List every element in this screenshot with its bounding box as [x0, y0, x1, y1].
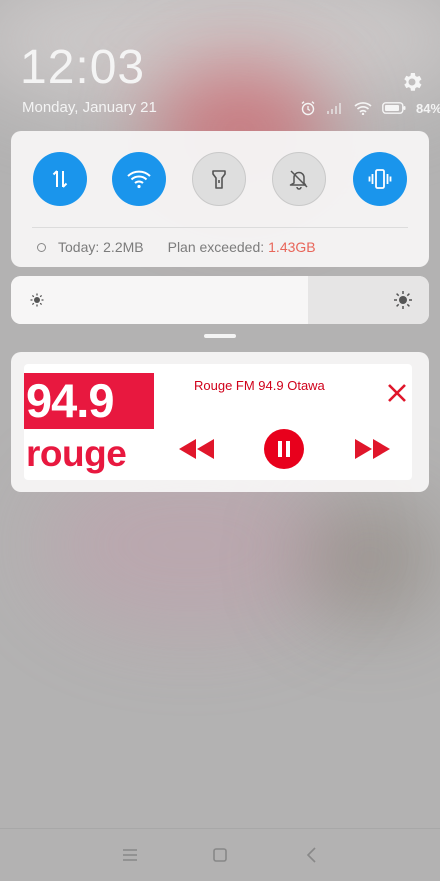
logo-frequency: 94.9: [24, 373, 154, 429]
date[interactable]: Monday, January 21: [22, 99, 157, 116]
drag-handle[interactable]: [204, 334, 236, 338]
fast-forward-icon[interactable]: [352, 437, 392, 461]
plan-exceeded-value: 1.43GB: [268, 239, 316, 255]
plan-exceeded-label: Plan exceeded:: [167, 239, 265, 255]
brightness-slider[interactable]: [11, 276, 429, 324]
mobile-data-toggle[interactable]: [33, 152, 87, 206]
battery-percentage: 84%: [416, 100, 440, 116]
battery-icon: [382, 102, 406, 114]
gear-icon[interactable]: [400, 70, 424, 94]
vibrate-toggle[interactable]: [353, 152, 407, 206]
back-icon[interactable]: [302, 845, 322, 865]
flashlight-toggle[interactable]: [192, 152, 246, 206]
signal-icon: [327, 103, 341, 114]
close-icon[interactable]: [385, 381, 409, 405]
pause-button[interactable]: [264, 429, 304, 469]
system-icons: 84%: [300, 99, 440, 117]
navigation-bar: [0, 828, 440, 881]
wifi-toggle[interactable]: [112, 152, 166, 206]
clock[interactable]: 12:03: [20, 40, 145, 96]
brightness-low-icon: [30, 293, 44, 307]
media-player: 94.9 rouge Rouge FM 94.9 Otawa: [24, 364, 412, 480]
data-usage[interactable]: Today: 2.2MB Plan exceeded: 1.43GB: [37, 239, 316, 255]
status-header: 12:03 Monday, January 21 84%: [0, 0, 440, 125]
alarm-icon: [301, 101, 315, 116]
divider: [32, 227, 408, 228]
home-icon[interactable]: [210, 845, 230, 865]
wifi-icon: [127, 170, 151, 189]
wifi-status-icon: [354, 102, 372, 115]
bell-off-icon: [289, 170, 308, 190]
data-arrows-icon: [52, 170, 68, 188]
quick-settings-panel: Today: 2.2MB Plan exceeded: 1.43GB: [11, 131, 429, 267]
pause-icon: [278, 441, 290, 457]
brightness-high-icon: [394, 291, 412, 309]
station-title: Rouge FM 94.9 Otawa: [194, 378, 325, 393]
rewind-icon[interactable]: [177, 437, 217, 461]
data-usage-today: Today: 2.2MB: [58, 239, 144, 255]
menu-icon[interactable]: [120, 845, 140, 865]
vibrate-icon: [368, 169, 392, 189]
flashlight-icon: [212, 170, 226, 189]
station-logo: 94.9 rouge: [24, 364, 154, 480]
data-usage-dot-icon: [37, 242, 46, 252]
media-notification[interactable]: 94.9 rouge Rouge FM 94.9 Otawa: [11, 352, 429, 492]
logo-wordmark: rouge: [26, 433, 127, 474]
mute-toggle[interactable]: [272, 152, 326, 206]
brightness-fill: [11, 276, 308, 324]
